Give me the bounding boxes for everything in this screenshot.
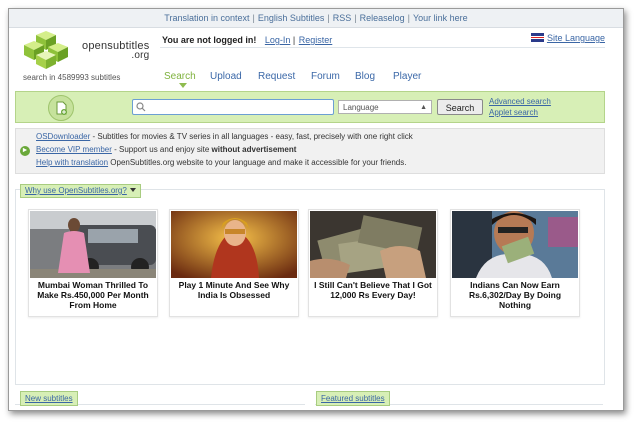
osdownloader-link[interactable]: OSDownloader (36, 132, 90, 141)
logo-cubes-icon (24, 31, 68, 69)
info-box: OSDownloader - Subtitles for movies & TV… (15, 128, 605, 174)
nav-blog[interactable]: Blog (355, 71, 375, 82)
browser-frame: Translation in context | English Subtitles… (8, 8, 624, 411)
login-status: You are not logged in! Log-In | Register (162, 35, 333, 45)
topnav-translation-in-context[interactable]: Translation in context (164, 13, 249, 23)
ad-image-superhero (171, 211, 297, 278)
dropdown-caret-icon (129, 188, 136, 192)
topnav-rss[interactable]: RSS (333, 13, 352, 23)
ad-caption: Play 1 Minute And See Why India Is Obses… (178, 280, 290, 300)
ad-card[interactable]: Play 1 Minute And See Why India Is Obses… (169, 209, 299, 317)
new-subtitles-tab[interactable]: New subtitles (20, 391, 78, 406)
register-link[interactable]: Register (299, 35, 333, 45)
ad-card[interactable]: Mumbai Woman Thrilled To Make Rs.450,000… (28, 209, 158, 317)
applet-search-link[interactable]: Applet search (489, 108, 538, 117)
ad-card[interactable]: I Still Can't Believe That I Got 12,000 … (308, 209, 438, 317)
header-divider (160, 47, 605, 48)
active-nav-indicator (179, 83, 187, 88)
search-input[interactable] (132, 99, 334, 115)
top-utility-bar: Translation in context | English Subtitles… (9, 9, 623, 28)
ad-caption: Indians Can Now Earn Rs.6,302/Day By Doi… (468, 280, 562, 310)
nav-request[interactable]: Request (258, 71, 295, 82)
help-translation-link[interactable]: Help with translation (36, 158, 108, 167)
advanced-search-link[interactable]: Advanced search (489, 97, 551, 106)
search-button[interactable]: Search (437, 99, 483, 115)
uk-flag-icon (530, 33, 544, 42)
info-line-vip: Become VIP member - Support us and enjoy… (36, 145, 297, 154)
search-options: Advanced search Applet search (489, 96, 551, 118)
search-icon (136, 102, 146, 112)
ad-image-woman-car (30, 211, 156, 278)
logo-wordmark: opensubtitles .org (82, 40, 150, 61)
site-language-link[interactable]: Site Language (530, 33, 605, 43)
site-logo[interactable]: opensubtitles .org (22, 31, 172, 71)
select-arrows-icon: ▲︎ (420, 104, 427, 111)
nav-forum[interactable]: Forum (311, 71, 340, 82)
nav-upload[interactable]: Upload (210, 71, 242, 82)
language-select[interactable]: Language ▲︎ (338, 100, 432, 114)
topnav-your-link-here[interactable]: Your link here (413, 13, 468, 23)
ad-image-man-phone (452, 211, 578, 278)
search-bar: Language ▲︎ Search Advanced search Apple… (15, 91, 605, 123)
info-line-translation: Help with translation OpenSubtitles.org … (36, 158, 407, 167)
ad-caption: I Still Can't Believe That I Got 12,000 … (314, 280, 432, 300)
info-line-osdownloader: OSDownloader - Subtitles for movies & TV… (36, 132, 413, 141)
ad-caption: Mumbai Woman Thrilled To Make Rs.450,000… (37, 280, 149, 310)
why-use-tab[interactable]: Why use OpenSubtitles.org? (20, 184, 141, 198)
become-vip-link[interactable]: Become VIP member (36, 145, 112, 154)
ad-card[interactable]: Indians Can Now Earn Rs.6,302/Day By Doi… (450, 209, 580, 317)
featured-subtitles-tab[interactable]: Featured subtitles (316, 391, 390, 406)
file-upload-icon (56, 101, 67, 115)
login-link[interactable]: Log-In (265, 35, 291, 45)
vip-icon: ► (20, 146, 30, 156)
ad-image-cash (310, 211, 436, 278)
topnav-english-subtitles[interactable]: English Subtitles (258, 13, 325, 23)
upload-subtitle-button[interactable] (48, 95, 74, 121)
subtitle-count: search in 4589993 subtitles (23, 73, 121, 82)
nav-search[interactable]: Search (164, 71, 196, 82)
nav-player[interactable]: Player (393, 71, 421, 82)
topnav-releaselog[interactable]: Releaselog (360, 13, 405, 23)
